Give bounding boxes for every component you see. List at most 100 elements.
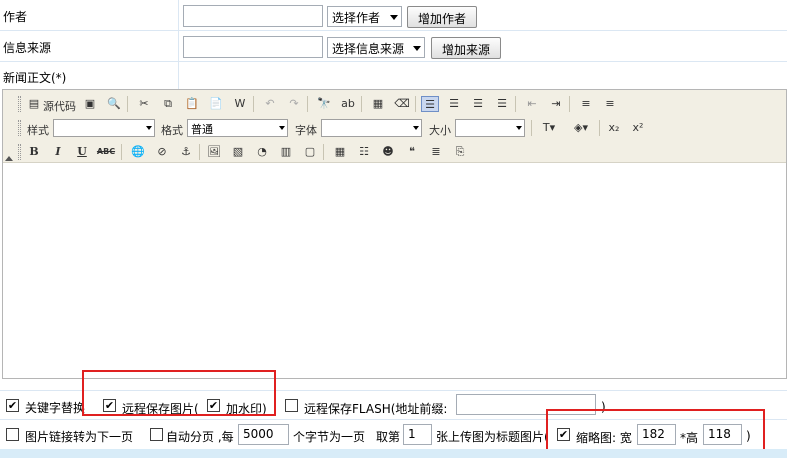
save-icon[interactable]: ▣ [81, 96, 99, 112]
chevron-down-icon [516, 126, 522, 130]
outdent-icon[interactable]: ⇤ [523, 96, 541, 112]
auto-paging-checkbox[interactable] [150, 428, 163, 441]
toolbar-separator [253, 96, 254, 112]
quote-icon[interactable]: ❝ [403, 144, 421, 160]
size-select[interactable] [455, 119, 525, 137]
chevron-down-icon [146, 126, 152, 130]
add-source-button[interactable]: 增加来源 [431, 37, 501, 59]
author-select[interactable]: 选择作者 [327, 6, 402, 27]
find-icon[interactable]: 🔭 [315, 96, 333, 112]
anchor-icon[interactable]: ⚓ [177, 144, 195, 160]
align-right-icon[interactable]: ☰ [469, 96, 487, 112]
toolbar-separator [599, 120, 600, 136]
bottom-bar [0, 449, 787, 458]
author-select-value: 选择作者 [332, 11, 381, 25]
remote-save-flash-label: 远程保存FLASH(地址前缀: [304, 402, 448, 416]
toolbar-separator [361, 96, 362, 112]
indent-icon[interactable]: ⇥ [547, 96, 565, 112]
keyword-replace-checkbox[interactable]: ✔ [6, 399, 19, 412]
toolbar-separator [307, 96, 308, 112]
toolbar-separator [127, 96, 128, 112]
toolbar-row-3: B I U ABC 🌐 ⊘ ⚓ 🖼 ▧ ◔ ▥ ▢ ▦ ☷ ☻ ❝ ≣ ⎘ [15, 141, 785, 163]
bulleted-list-icon[interactable]: ≡ [601, 96, 619, 112]
image-link-next-checkbox[interactable] [6, 428, 19, 441]
paste-word-icon[interactable]: W [231, 96, 249, 112]
align-justify-icon[interactable]: ☰ [493, 96, 511, 112]
style-label: 样式 [27, 124, 49, 137]
source-code-icon[interactable]: ▤ [25, 96, 43, 112]
file-icon[interactable]: ▥ [277, 144, 295, 160]
source-select-value: 选择信息来源 [332, 42, 405, 56]
title-image-label: 张上传图为标题图片( [436, 430, 549, 444]
toolbar-separator [121, 144, 122, 160]
source-label: 信息来源 [3, 41, 52, 55]
format-label: 格式 [161, 124, 183, 137]
collapse-toolbar-icon[interactable] [5, 156, 13, 161]
format-select[interactable]: 普通 [187, 119, 288, 137]
underline-button[interactable]: U [73, 144, 91, 160]
blank-page-icon[interactable]: ▢ [301, 144, 319, 160]
background-color-icon[interactable]: ◈▾ [569, 120, 593, 136]
toolbar-row-2: 样式 格式 普通 字体 大小 T▾ ◈▾ x₂ x² [15, 117, 785, 139]
source-input[interactable] [183, 36, 323, 58]
add-author-button[interactable]: 增加作者 [407, 6, 477, 28]
toolbar-grip [18, 144, 21, 160]
style-select[interactable] [53, 119, 155, 137]
page-break-icon[interactable]: ≣ [427, 144, 445, 160]
source-select[interactable]: 选择信息来源 [327, 37, 425, 58]
chevron-down-icon [390, 15, 398, 20]
toolbar-separator [569, 96, 570, 112]
remote-save-flash-checkbox[interactable] [285, 399, 298, 412]
author-input[interactable] [183, 5, 323, 27]
editor-content-area[interactable] [3, 164, 786, 378]
horizontal-rule-icon[interactable]: ☷ [355, 144, 373, 160]
numbered-list-icon[interactable]: ≡ [577, 96, 595, 112]
table-icon[interactable]: ▦ [331, 144, 349, 160]
auto-paging-label: 自动分页 ,每 [166, 430, 234, 444]
redo-icon[interactable]: ↷ [285, 96, 303, 112]
undo-icon[interactable]: ↶ [261, 96, 279, 112]
subscript-button[interactable]: x₂ [605, 120, 623, 136]
italic-button[interactable]: I [49, 144, 67, 160]
take-nth-label: 取第 [376, 430, 401, 444]
select-all-icon[interactable]: ▦ [369, 96, 387, 112]
bold-button[interactable]: B [25, 144, 43, 160]
toolbar-grip [18, 96, 21, 112]
preview-icon[interactable]: 🔍 [105, 96, 123, 112]
align-left-icon[interactable]: ☰ [421, 96, 439, 112]
toolbar-separator [415, 96, 416, 112]
strike-button[interactable]: ABC [95, 144, 117, 160]
highlight-remote-images [82, 370, 276, 416]
superscript-button[interactable]: x² [629, 120, 647, 136]
image-link-next-label: 图片链接转为下一页 [25, 430, 134, 444]
link-icon[interactable]: 🌐 [129, 144, 147, 160]
media-icon[interactable]: ▧ [229, 144, 247, 160]
paste-icon[interactable]: 📋 [183, 96, 201, 112]
size-label: 大小 [429, 124, 451, 137]
rich-text-editor[interactable]: ▤ 源代码 ▣ 🔍 ✂ ⧉ 📋 📄 W ↶ ↷ 🔭 ab ▦ ⌫ ☰ ☰ ☰ ☰ [2, 89, 787, 379]
toolbar-grip [18, 120, 21, 136]
align-center-icon[interactable]: ☰ [445, 96, 463, 112]
eraser-icon[interactable]: ⌫ [393, 96, 411, 112]
cut-icon[interactable]: ✂ [135, 96, 153, 112]
text-color-icon[interactable]: T▾ [537, 120, 561, 136]
keyword-replace-label: 关键字替换 [25, 401, 86, 415]
copy-icon[interactable]: ⧉ [159, 96, 177, 112]
flash-icon[interactable]: ◔ [253, 144, 271, 160]
font-select[interactable] [321, 119, 422, 137]
body-row: 新闻正文(*) [0, 62, 787, 89]
chevron-down-icon [413, 126, 419, 130]
toolbar-separator [531, 120, 532, 136]
replace-icon[interactable]: ab [339, 96, 357, 112]
paste-text-icon[interactable]: 📄 [207, 96, 225, 112]
editor-toolbar: ▤ 源代码 ▣ 🔍 ✂ ⧉ 📋 📄 W ↶ ↷ 🔭 ab ▦ ⌫ ☰ ☰ ☰ ☰ [3, 90, 786, 163]
unlink-icon[interactable]: ⊘ [153, 144, 171, 160]
chevron-down-icon [279, 126, 285, 130]
source-code-button[interactable]: 源代码 [43, 98, 76, 114]
bytes-per-page-input[interactable]: 5000 [238, 424, 289, 445]
image-icon[interactable]: 🖼 [205, 144, 223, 160]
format-select-value: 普通 [191, 123, 213, 136]
replace-page-icon[interactable]: ⎘ [451, 144, 469, 160]
take-nth-input[interactable]: 1 [403, 424, 432, 445]
smiley-icon[interactable]: ☻ [379, 144, 397, 160]
